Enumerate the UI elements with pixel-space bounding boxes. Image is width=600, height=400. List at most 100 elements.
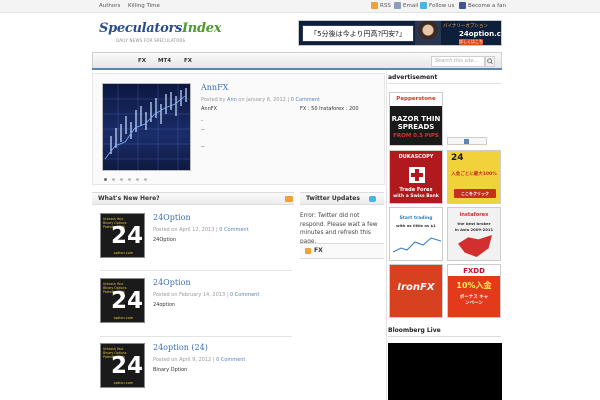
- list-item: Unleash Your Binary Options Potential Wi…: [92, 278, 292, 338]
- rss-icon[interactable]: [285, 196, 293, 202]
- nav-item-mt4[interactable]: MT4: [158, 58, 171, 64]
- meta-sep: |: [287, 97, 290, 103]
- sidebar-divider: [386, 71, 387, 400]
- comments-link[interactable]: 0 Comment: [230, 292, 259, 298]
- slider-dot[interactable]: [104, 178, 107, 181]
- post-title[interactable]: 24Option: [153, 213, 191, 222]
- start-trading-ad[interactable]: Start trading with as little as $1: [389, 207, 443, 261]
- post-meta: Posted on April 12, 2013 | 0 Comment: [153, 227, 249, 233]
- broken-image-placeholder: [447, 137, 487, 145]
- 24option-side-ad[interactable]: 24 入金ごとに最大100% ここをクリック: [447, 150, 501, 204]
- post-title[interactable]: 24option (24): [153, 343, 208, 352]
- ad-line: ボーナス キャンペーン: [459, 295, 489, 306]
- site-logo[interactable]: SpeculatorsIndex: [99, 21, 221, 36]
- slider-dots: [104, 178, 147, 181]
- twitter-link[interactable]: Follow us: [420, 2, 454, 9]
- nav-link-killing-time[interactable]: Killing Time: [128, 3, 160, 9]
- comments-link[interactable]: 0 Comment: [219, 227, 248, 233]
- post-date: February 14, 2013: [179, 292, 226, 298]
- post-thumbnail[interactable]: Unleash Your Binary Options Potential Wi…: [100, 213, 145, 258]
- ad-cta-label: ここをクリック: [461, 191, 489, 196]
- whats-new-header: What's New Here?: [92, 192, 294, 205]
- slider-dot[interactable]: [136, 178, 139, 181]
- ad-brand: instaforex: [459, 212, 489, 218]
- twitter-error-text: Error: Twitter did not respond. Please w…: [300, 213, 378, 245]
- post-title[interactable]: 24Option: [153, 278, 191, 287]
- featured-line: --: [201, 144, 205, 150]
- nav-item-fx[interactable]: FX: [138, 58, 146, 64]
- banner-person-image: [415, 21, 441, 45]
- meta-prefix: Posted on: [153, 357, 178, 363]
- post-date: April 9, 2012: [179, 357, 212, 363]
- header-banner-ad[interactable]: 「5分後は今より円高?円安?」 バイナリーオプション 24option.com …: [298, 20, 502, 46]
- twitter-label: Follow us: [429, 2, 455, 9]
- banner-logo: 24option.com: [459, 30, 501, 38]
- post-excerpt: 24Option: [153, 237, 177, 243]
- email-label: Email: [403, 2, 419, 9]
- meta-prefix: Posted by: [201, 97, 226, 103]
- main-nav: FX MT4 FX Search this site...: [92, 52, 502, 69]
- slider-dot[interactable]: [144, 178, 147, 181]
- featured-chart-image[interactable]: [102, 83, 191, 171]
- ad-brand: Pepperstone: [396, 96, 436, 102]
- ironfx-ad[interactable]: IronFX: [389, 264, 443, 318]
- ad-line: Trade Forex: [399, 187, 433, 193]
- featured-col-2: FX : 50 Instaforex : 200: [300, 106, 359, 112]
- post-thumbnail[interactable]: Unleash Your Binary Options Potential Wi…: [100, 278, 145, 323]
- ad-line: the best broker: [457, 221, 491, 226]
- logo-part-2: Index: [182, 21, 222, 36]
- bloomberg-video-player[interactable]: [388, 343, 502, 400]
- post-meta: Posted on April 9, 2012 | 0 Comment: [153, 357, 245, 363]
- ad-line: 10%入金: [456, 281, 492, 290]
- meta-prefix: Posted on: [153, 227, 178, 233]
- ad-line: with as little as $1: [396, 223, 436, 228]
- ad-line: FROM 0.5 PIPS: [393, 133, 439, 139]
- comments-link[interactable]: 0 Comment: [216, 357, 245, 363]
- ad-brand: FXDD: [463, 267, 485, 275]
- author-link[interactable]: Ann: [227, 97, 237, 103]
- slider-dot[interactable]: [112, 178, 115, 181]
- slider-dot[interactable]: [120, 178, 123, 181]
- facebook-icon: [459, 2, 466, 9]
- featured-line: --: [201, 127, 205, 133]
- ad-brand: DUKASCOPY: [398, 154, 434, 160]
- slider-dot[interactable]: [128, 178, 131, 181]
- ad-brand: IronFX: [397, 282, 435, 293]
- facebook-link[interactable]: Become a fan: [459, 2, 506, 9]
- featured-slider: AnnFX Posted by Ann on January 8, 2012 |…: [92, 73, 385, 185]
- logo-part-1: Speculators: [99, 21, 183, 36]
- pepperstone-ad[interactable]: Pepperstone RAZOR THIN SPREADS FROM 0.5 …: [389, 92, 443, 146]
- email-link[interactable]: Email: [394, 2, 418, 9]
- comments-link[interactable]: 0 Comment: [291, 97, 320, 103]
- meta-on: on: [238, 97, 245, 103]
- meta-sep: |: [226, 292, 229, 298]
- nav-item-fx-2[interactable]: FX: [184, 58, 192, 64]
- nav-link-authors[interactable]: Authors: [99, 3, 120, 9]
- thumb-sub-text: option.com: [113, 381, 134, 385]
- twitter-heading: Twitter Updates: [306, 195, 360, 202]
- post-thumbnail[interactable]: Unleash Your Binary Options Potential Wi…: [100, 343, 145, 388]
- instaforex-ad[interactable]: instaforex the best broker in Asia 2009-…: [447, 207, 501, 261]
- featured-date: January 8, 2012: [246, 97, 286, 103]
- ad-brand: 24: [451, 153, 464, 163]
- post-date: April 12, 2013: [179, 227, 215, 233]
- search-input[interactable]: Search this site...: [431, 56, 485, 67]
- dukascopy-ad[interactable]: DUKASCOPY Trade Forex with a Swiss Bank: [389, 150, 443, 204]
- ad-cta-button: ここをクリック: [454, 189, 496, 198]
- thumb-sub-text: option.com: [113, 316, 134, 320]
- search-button[interactable]: [485, 56, 495, 67]
- featured-meta: Posted by Ann on January 8, 2012 | 0 Com…: [201, 97, 320, 103]
- advertisement-heading: advertisement: [388, 72, 501, 84]
- featured-title[interactable]: AnnFX: [201, 83, 228, 92]
- chart-graphic: [393, 237, 441, 253]
- ad-line: RAZOR THIN SPREADS: [391, 115, 441, 131]
- twitter-widget-header: Twitter Updates: [300, 192, 384, 205]
- fxdd-ad[interactable]: FXDD 10%入金 ボーナス キャンペーン: [447, 264, 501, 318]
- nav-underline: [92, 68, 502, 70]
- list-item: Unleash Your Binary Options Potential Wi…: [92, 213, 292, 273]
- fx-widget-header: FX: [300, 243, 384, 259]
- rss-link[interactable]: RSS: [371, 2, 391, 9]
- divider: [100, 270, 292, 271]
- banner-cta-button[interactable]: 詳しくはこちら: [459, 39, 483, 45]
- meta-prefix: Posted on: [153, 292, 178, 298]
